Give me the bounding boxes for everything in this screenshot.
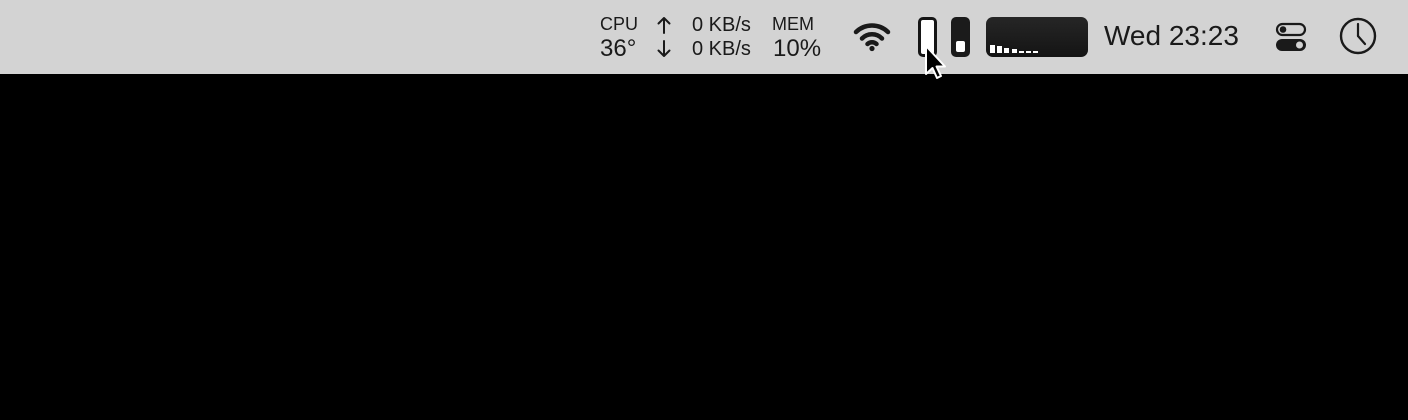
activity-graph-bar xyxy=(997,46,1003,53)
cpu-label[interactable]: CPU xyxy=(600,14,638,35)
memory-label[interactable]: MEM xyxy=(772,14,814,35)
menu-bar: CPU 36° 0 KB/s 0 KB/s MEM 10% Wed 23:23 xyxy=(0,0,1408,74)
cpu-temperature[interactable]: 36° xyxy=(600,35,636,63)
memory-usage[interactable]: 10% xyxy=(773,35,821,63)
clock-icon[interactable] xyxy=(1339,17,1377,55)
wifi-icon[interactable] xyxy=(852,20,892,52)
mouse-cursor-icon xyxy=(925,45,946,79)
activity-graph[interactable] xyxy=(986,17,1088,57)
activity-graph-bar xyxy=(1033,51,1039,53)
activity-graph-bar xyxy=(1004,48,1010,53)
network-download-speed[interactable]: 0 KB/s xyxy=(692,38,751,61)
activity-graph-bar xyxy=(1026,51,1031,53)
menu-clock[interactable]: Wed 23:23 xyxy=(1104,20,1239,52)
arrow-down-icon xyxy=(657,40,671,57)
usage-gauge-2[interactable] xyxy=(951,17,970,57)
arrow-up-icon xyxy=(657,17,671,34)
usage-gauge-2-fill xyxy=(956,41,965,52)
activity-graph-bar xyxy=(1011,49,1017,53)
activity-graph-bar xyxy=(990,45,995,53)
activity-graph-bar xyxy=(1018,51,1024,53)
network-upload-speed[interactable]: 0 KB/s xyxy=(692,14,751,37)
toggles-icon[interactable] xyxy=(1274,21,1308,53)
